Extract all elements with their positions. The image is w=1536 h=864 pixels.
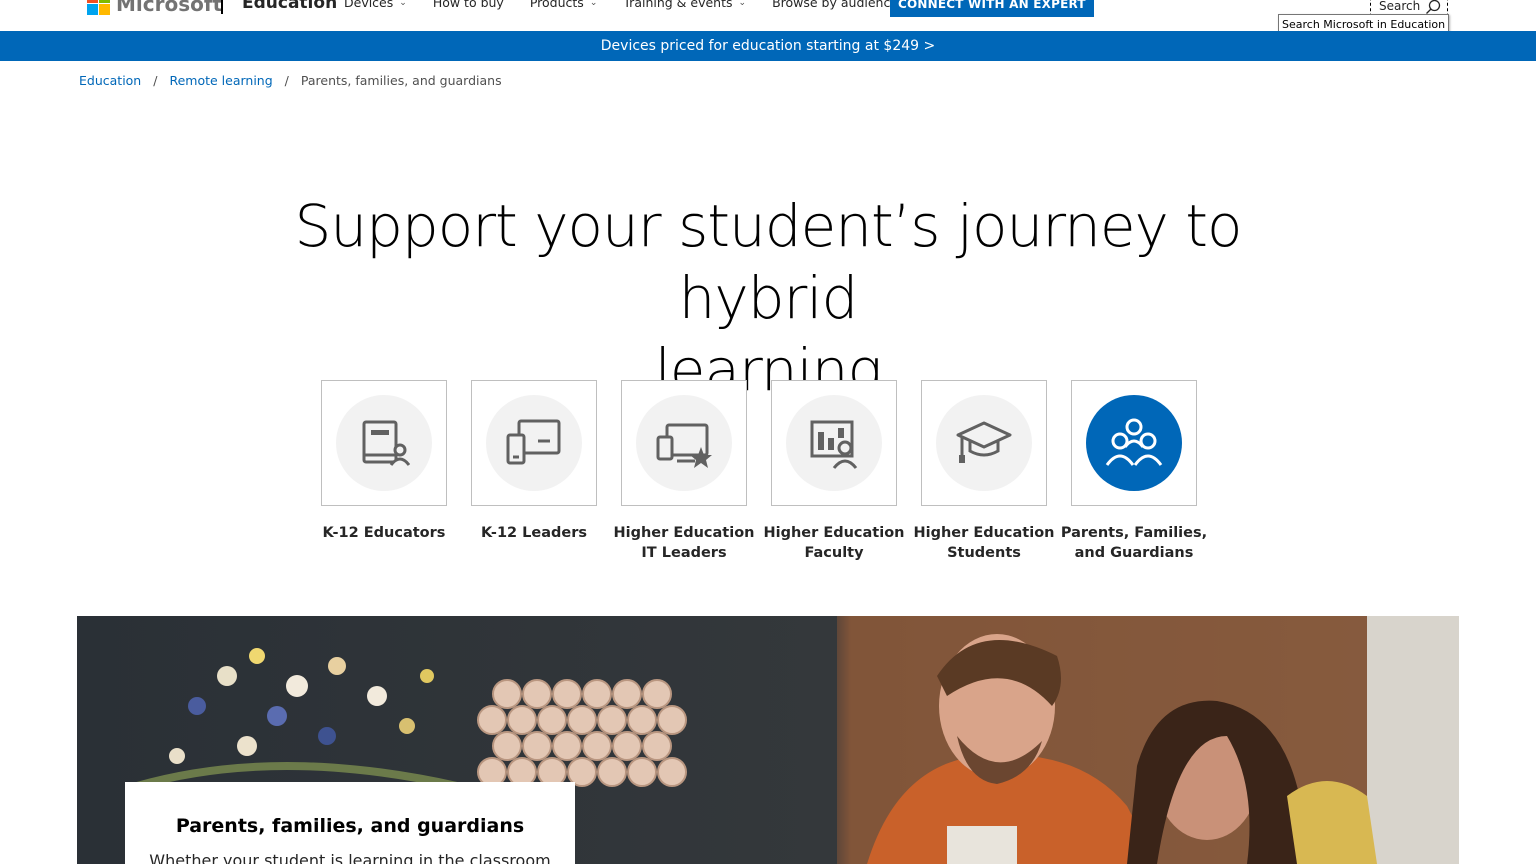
tile-icon-circle — [786, 395, 882, 491]
tile-label: K-12 Educators — [301, 523, 467, 543]
tile-label: K-12 Leaders — [451, 523, 617, 543]
tile-box — [1071, 380, 1197, 506]
main-nav: Devices ⌄ How to buy Products ⌄ Training… — [344, 0, 938, 13]
tile-box — [771, 380, 897, 506]
tile-label: Parents, Families, and Guardians — [1051, 523, 1217, 563]
tile-icon-circle — [936, 395, 1032, 491]
nav-label: Devices — [344, 0, 394, 10]
tile-box — [921, 380, 1047, 506]
page-title: Support your student’s journey to hybrid… — [218, 190, 1318, 406]
tile-label-line1: Higher Education — [763, 525, 905, 541]
book-person-icon — [362, 420, 410, 466]
nav-training-events[interactable]: Training & events ⌄ — [623, 0, 746, 13]
chevron-down-icon: ⌄ — [738, 0, 747, 8]
page-title-line1: Support your student’s journey to hybrid — [294, 192, 1243, 332]
audience-higher-ed-students[interactable]: Higher Education Students — [913, 380, 1055, 563]
tile-box — [621, 380, 747, 506]
header-divider — [221, 0, 223, 14]
tile-icon-circle — [636, 395, 732, 491]
audience-higher-ed-it-leaders[interactable]: Higher Education IT Leaders — [613, 380, 755, 563]
promo-banner-link[interactable]: Devices priced for education starting at… — [0, 31, 1536, 61]
tile-label-line2: and Guardians — [1074, 545, 1194, 561]
nav-products[interactable]: Products ⌄ — [530, 0, 598, 13]
family-icon — [1105, 418, 1163, 466]
devices-icon — [506, 419, 561, 465]
nav-how-to-buy[interactable]: How to buy — [433, 0, 504, 13]
tile-label: Higher Education IT Leaders — [601, 523, 767, 563]
breadcrumb-separator: / — [284, 73, 289, 88]
chevron-down-icon: ⌄ — [589, 0, 598, 8]
audience-k12-educators[interactable]: K-12 Educators — [321, 380, 447, 543]
breadcrumb: Education / Remote learning / Parents, f… — [79, 72, 502, 90]
microsoft-logo-icon — [87, 0, 110, 15]
nav-devices[interactable]: Devices ⌄ — [344, 0, 407, 13]
tile-label-line1: Higher Education — [913, 525, 1055, 541]
tile-box — [471, 380, 597, 506]
tile-label-line1: K-12 Educators — [322, 525, 446, 541]
search-icon — [1426, 0, 1441, 14]
tile-label: Higher Education Faculty — [751, 523, 917, 563]
nav-label: Training & events — [623, 0, 733, 10]
breadcrumb-education[interactable]: Education — [79, 72, 141, 90]
brand-link[interactable]: Education — [242, 0, 337, 14]
nav-label: Products — [529, 0, 584, 10]
tile-label-line1: K-12 Leaders — [480, 525, 588, 541]
feature-card-title: Parents, families, and guardians — [175, 815, 525, 837]
tile-label-line2: Students — [947, 545, 1021, 561]
audience-k12-leaders[interactable]: K-12 Leaders — [471, 380, 597, 543]
tile-box — [321, 380, 447, 506]
breadcrumb-current: Parents, families, and guardians — [300, 73, 502, 88]
tile-label: Higher Education Students — [901, 523, 1067, 563]
tile-icon-circle — [486, 395, 582, 491]
tile-label-line1: Higher Education — [613, 525, 755, 541]
breadcrumb-remote-learning[interactable]: Remote learning — [169, 72, 272, 90]
monitor-star-icon — [656, 423, 712, 468]
tile-label-line1: Parents, Families, — [1060, 525, 1208, 541]
tile-icon-circle — [1086, 395, 1182, 491]
audience-higher-ed-faculty[interactable]: Higher Education Faculty — [763, 380, 905, 563]
tile-label-line2: Faculty — [804, 545, 864, 561]
connect-expert-button[interactable]: CONNECT WITH AN EXPERT — [890, 0, 1094, 17]
chart-person-icon — [810, 420, 858, 469]
search-label: Search — [1379, 0, 1421, 13]
breadcrumb-separator: / — [153, 73, 158, 88]
tile-label-line2: IT Leaders — [641, 545, 727, 561]
nav-label: Browse by audience — [772, 0, 899, 10]
nav-label: How to buy — [432, 0, 504, 10]
microsoft-logo[interactable]: Microsoft — [87, 0, 222, 15]
tile-icon-circle — [336, 395, 432, 491]
feature-card: Parents, families, and guardians Whether… — [125, 782, 575, 864]
audience-parents-families-guardians[interactable]: Parents, Families, and Guardians — [1061, 380, 1207, 563]
feature-card-text: Whether your student is learning in the … — [149, 851, 551, 864]
chevron-down-icon: ⌄ — [399, 0, 407, 8]
graduation-cap-icon — [956, 421, 1012, 463]
microsoft-logo-text: Microsoft — [116, 0, 223, 16]
